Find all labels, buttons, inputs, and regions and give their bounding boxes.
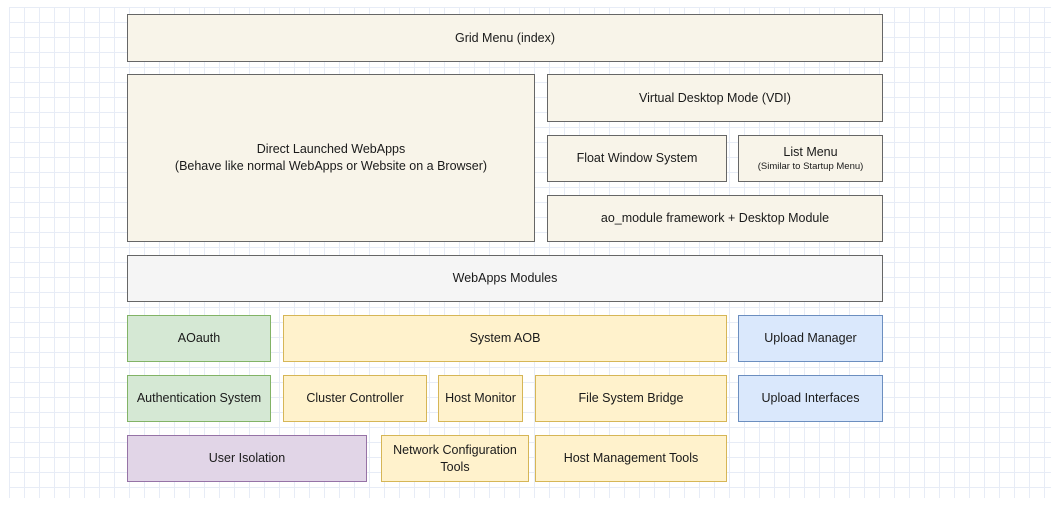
- box-aoauth: AOauth: [127, 315, 271, 362]
- list-menu-subtitle: (Similar to Startup Menu): [758, 161, 864, 173]
- box-system-aob: System AOB: [283, 315, 727, 362]
- box-upload-interfaces: Upload Interfaces: [738, 375, 883, 422]
- list-menu-title: List Menu: [783, 144, 837, 161]
- box-host-monitor: Host Monitor: [438, 375, 523, 422]
- box-float-window-system: Float Window System: [547, 135, 727, 182]
- box-list-menu: List Menu (Similar to Startup Menu): [738, 135, 883, 182]
- box-upload-manager: Upload Manager: [738, 315, 883, 362]
- box-cluster-controller: Cluster Controller: [283, 375, 427, 422]
- box-webapps-modules: WebApps Modules: [127, 255, 883, 302]
- box-virtual-desktop-mode: Virtual Desktop Mode (VDI): [547, 74, 883, 122]
- box-direct-launched-webapps: Direct Launched WebApps (Behave like nor…: [127, 74, 535, 242]
- diagram-page: Grid Menu (index) Direct Launched WebApp…: [0, 0, 1061, 525]
- box-host-management-tools: Host Management Tools: [535, 435, 727, 482]
- box-authentication-system: Authentication System: [127, 375, 271, 422]
- box-grid-menu: Grid Menu (index): [127, 14, 883, 62]
- box-network-configuration-tools: Network Configuration Tools: [381, 435, 529, 482]
- box-file-system-bridge: File System Bridge: [535, 375, 727, 422]
- box-ao-module-framework: ao_module framework + Desktop Module: [547, 195, 883, 242]
- box-user-isolation: User Isolation: [127, 435, 367, 482]
